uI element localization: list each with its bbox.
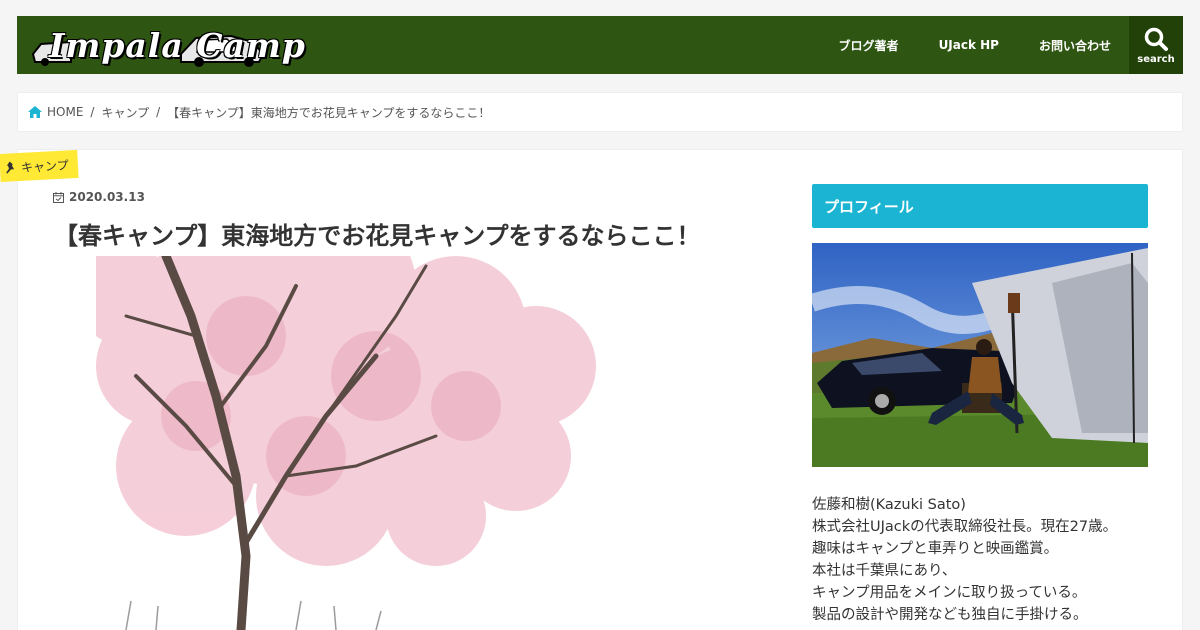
search-button[interactable]: search	[1129, 16, 1183, 74]
profile-description: 佐藤和樹(Kazuki Sato) 株式会社UJackの代表取締役社長。現在27…	[812, 494, 1148, 626]
profile-line: 株式会社UJackの代表取締役社長。現在27歳。	[812, 519, 1118, 535]
breadcrumb-home[interactable]: HOME	[47, 105, 83, 119]
breadcrumb-category[interactable]: キャンプ	[101, 104, 149, 121]
site-header: Impala Camp ブログ著者 UJack HP お問い合わせ search	[17, 16, 1183, 74]
profile-line: キャンプ用品をメインに取り扱っている。	[812, 585, 1087, 601]
profile-line: 佐藤和樹(Kazuki Sato)	[812, 497, 966, 513]
breadcrumb: HOME / キャンプ / 【春キャンプ】東海地方でお花見キャンプをするならここ…	[17, 92, 1183, 132]
calendar-icon	[53, 191, 64, 203]
breadcrumb-current: 【春キャンプ】東海地方でお花見キャンプをするならここ！	[167, 105, 491, 120]
breadcrumb-separator: /	[156, 105, 161, 119]
breadcrumb-separator: /	[90, 105, 95, 119]
post-title: 【春キャンプ】東海地方でお花見キャンプをするならここ！	[54, 222, 701, 250]
search-label: search	[1137, 53, 1175, 65]
post-hero-image	[96, 256, 656, 630]
home-icon	[28, 106, 42, 118]
main-nav: ブログ著者 UJack HP お問い合わせ	[799, 16, 1111, 74]
site-logo[interactable]: Impala Camp	[31, 22, 305, 70]
profile-line: 趣味はキャンプと車弄りと映画鑑賞。	[812, 541, 1059, 557]
logo-text: Impala Camp	[49, 26, 306, 65]
search-icon	[1144, 27, 1168, 51]
profile-image	[812, 243, 1148, 467]
category-label-text: キャンプ	[20, 157, 69, 175]
profile-photo	[812, 243, 1148, 467]
nav-item-author[interactable]: ブログ著者	[839, 37, 899, 54]
sidebar-heading-profile: プロフィール	[812, 184, 1148, 228]
profile-line: 製品の設計や開発なども独自に手掛ける。	[812, 607, 1088, 623]
nav-item-ujack-hp[interactable]: UJack HP	[939, 38, 999, 52]
post-date-text: 2020.03.13	[69, 190, 145, 204]
pin-icon	[6, 161, 15, 174]
post-date: 2020.03.13	[53, 190, 145, 204]
profile-line: 本社は千葉県にあり、	[812, 563, 957, 579]
category-label[interactable]: キャンプ	[0, 149, 79, 182]
cherry-blossom-image	[96, 256, 656, 630]
nav-item-contact[interactable]: お問い合わせ	[1039, 37, 1111, 54]
